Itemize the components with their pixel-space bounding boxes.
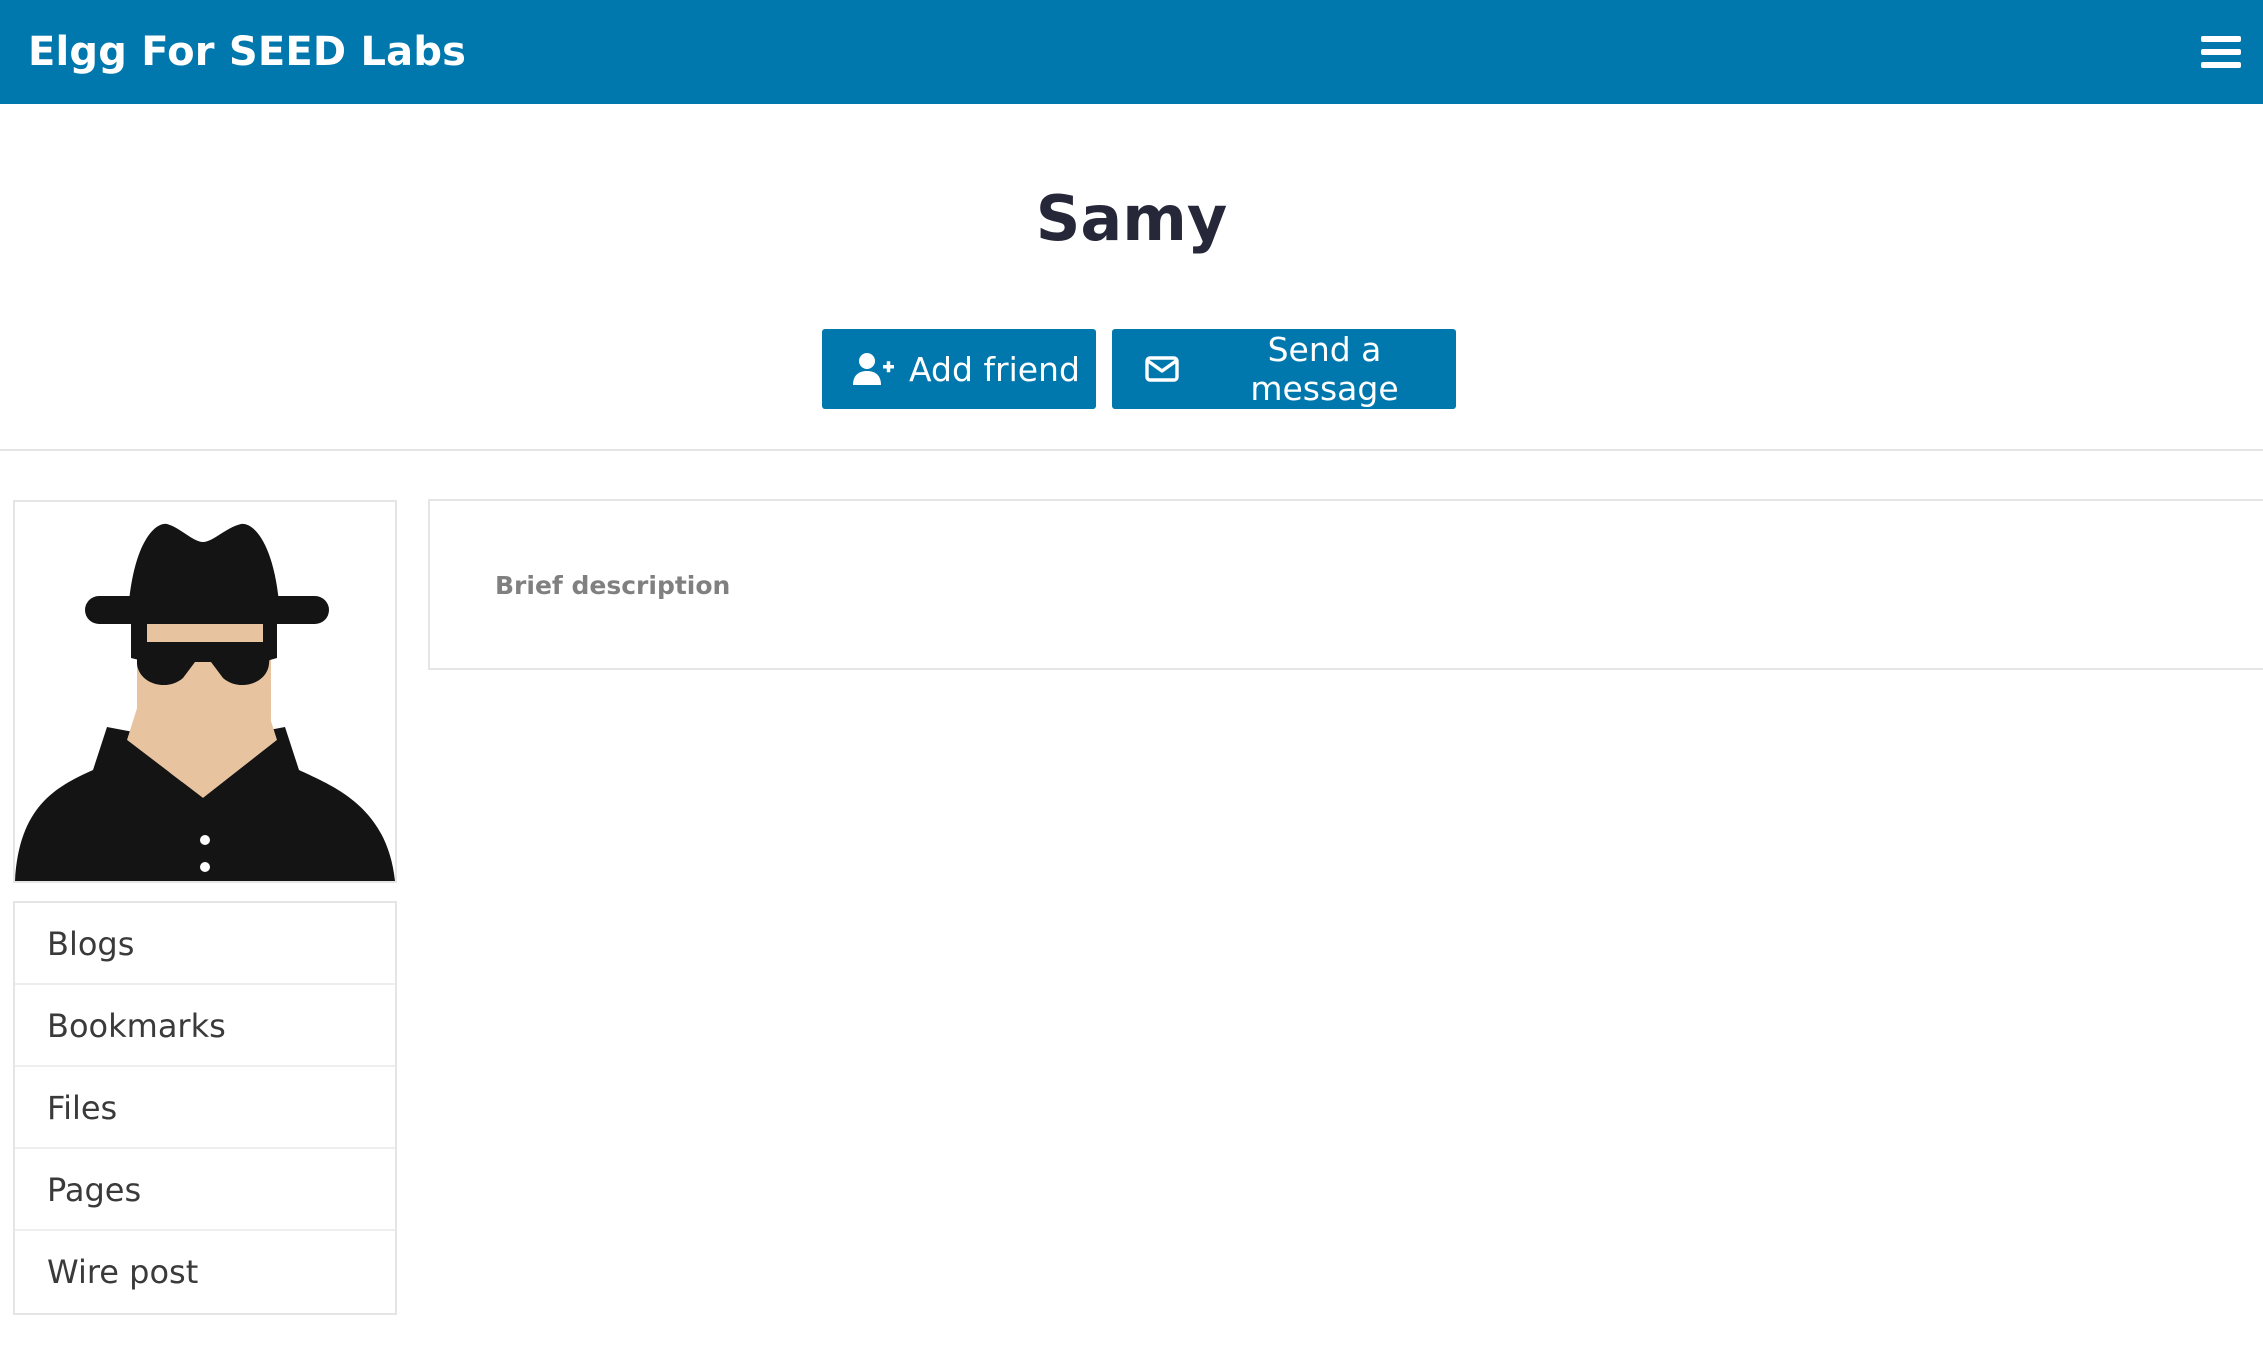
add-friend-label: Add friend xyxy=(909,349,1080,389)
avatar[interactable] xyxy=(13,500,397,883)
menu-bar xyxy=(2201,36,2241,42)
profile-details-panel: Brief description xyxy=(428,499,2263,670)
profile-name: Samy xyxy=(1035,182,1228,255)
profile-header: Samy Add friend Send a message xyxy=(0,104,2263,451)
site-topbar: Elgg For SEED Labs xyxy=(0,0,2263,104)
send-message-label: Send a message xyxy=(1250,330,1399,408)
send-message-button[interactable]: Send a message xyxy=(1112,329,1456,409)
site-title-link[interactable]: Elgg For SEED Labs xyxy=(28,29,466,75)
sidebar-item-files[interactable]: Files xyxy=(15,1067,395,1149)
brief-description-label: Brief description xyxy=(495,571,731,600)
sidebar-item-wire-post[interactable]: Wire post xyxy=(15,1231,395,1313)
profile-sidebar: Blogs Bookmarks Files Pages Wire post xyxy=(13,500,397,1315)
sidebar-item-blogs[interactable]: Blogs xyxy=(15,903,395,985)
sidebar-item-bookmarks[interactable]: Bookmarks xyxy=(15,985,395,1067)
user-plus-icon xyxy=(853,352,895,386)
add-friend-button[interactable]: Add friend xyxy=(822,329,1096,409)
profile-actions: Add friend Send a message xyxy=(822,329,1456,409)
sidebar-item-pages[interactable]: Pages xyxy=(15,1149,395,1231)
hamburger-menu-icon[interactable] xyxy=(2199,32,2243,72)
spy-avatar-icon xyxy=(15,502,395,881)
menu-bar xyxy=(2201,49,2241,55)
owner-block-menu: Blogs Bookmarks Files Pages Wire post xyxy=(13,901,397,1315)
menu-bar xyxy=(2201,62,2241,68)
envelope-icon xyxy=(1145,356,1179,382)
